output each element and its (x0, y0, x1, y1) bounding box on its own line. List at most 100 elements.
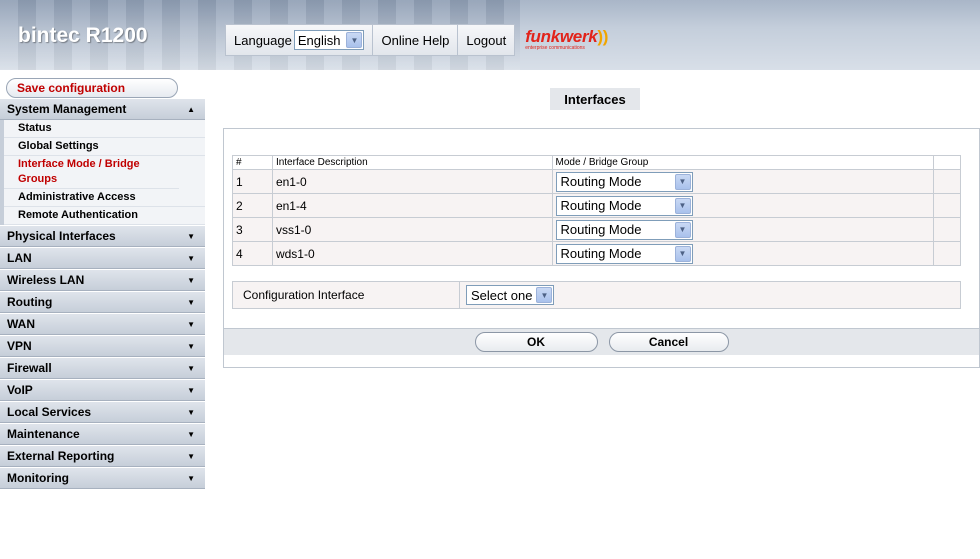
sidebar-section-label: VPN (7, 339, 32, 353)
sidebar-submenu: Status Global Settings Interface Mode / … (0, 120, 205, 225)
logout-label: Logout (466, 32, 507, 48)
row-number: 1 (232, 169, 273, 194)
mode-value: Routing Mode (560, 174, 642, 189)
language-cell: Language English ▼ (225, 24, 374, 56)
language-label: Language (234, 32, 292, 48)
funkwerk-logo: funkwerk)) enterprise communications (515, 27, 609, 51)
interface-description: en1-0 (271, 169, 553, 194)
sidebar-section-label: Monitoring (7, 471, 69, 485)
sidebar-section-label: Wireless LAN (7, 273, 85, 287)
sidebar-section-label: LAN (7, 251, 32, 265)
table-row: 4 wds1-0 Routing Mode ▼ (232, 241, 961, 266)
chevron-down-icon: ▼ (187, 253, 195, 263)
chevron-down-icon[interactable]: ▼ (674, 221, 691, 238)
mode-select[interactable]: Routing Mode ▼ (555, 219, 693, 240)
sidebar-section-routing[interactable]: Routing ▼ (0, 291, 205, 313)
chevron-down-icon[interactable]: ▼ (674, 173, 691, 190)
row-number: 4 (232, 241, 273, 266)
interfaces-table: # Interface Description Mode / Bridge Gr… (232, 155, 961, 266)
interface-description: en1-4 (271, 193, 553, 218)
header: bintec R1200 Language English ▼ Online H… (0, 0, 980, 70)
page-title: Interfaces (550, 88, 640, 110)
save-configuration-button[interactable]: Save configuration (6, 78, 178, 98)
chevron-down-icon: ▼ (187, 429, 195, 439)
row-number: 3 (232, 217, 273, 242)
configuration-interface-select[interactable]: Select one ▼ (466, 285, 555, 305)
column-header-extra (933, 155, 961, 170)
sidebar-section-label: WAN (7, 317, 35, 331)
sidebar-section-label: System Management (7, 102, 127, 116)
mode-value: Routing Mode (560, 222, 642, 237)
sidebar-section-system-management[interactable]: System Management ▲ (0, 98, 205, 120)
interface-description: wds1-0 (271, 241, 553, 266)
chevron-down-icon: ▼ (187, 231, 195, 241)
online-help-button[interactable]: Online Help (373, 24, 459, 56)
sidebar-section-voip[interactable]: VoIP ▼ (0, 379, 205, 401)
configuration-interface-row: Configuration Interface Select one ▼ (232, 281, 961, 309)
sidebar-section-label: Physical Interfaces (7, 229, 116, 243)
table-header-row: # Interface Description Mode / Bridge Gr… (232, 155, 961, 170)
logout-button[interactable]: Logout (458, 24, 516, 56)
top-toolbar: Language English ▼ Online Help Logout fu… (225, 24, 685, 56)
sidebar-item-status[interactable]: Status (4, 120, 205, 138)
table-row: 2 en1-4 Routing Mode ▼ (232, 193, 961, 218)
mode-select[interactable]: Routing Mode ▼ (555, 195, 693, 216)
table-row: 3 vss1-0 Routing Mode ▼ (232, 217, 961, 242)
configuration-interface-value: Select one (471, 287, 533, 303)
sidebar-section-label: VoIP (7, 383, 33, 397)
sidebar-section-wan[interactable]: WAN ▼ (0, 313, 205, 335)
mode-select[interactable]: Routing Mode ▼ (555, 171, 693, 192)
sidebar-item-administrative-access[interactable]: Administrative Access (4, 189, 205, 207)
logo-word: funkwerk (525, 27, 598, 46)
chevron-down-icon: ▼ (187, 451, 195, 461)
sidebar-section-vpn[interactable]: VPN ▼ (0, 335, 205, 357)
sidebar-item-global-settings[interactable]: Global Settings (4, 138, 205, 156)
sidebar-item-remote-authentication[interactable]: Remote Authentication (4, 207, 205, 225)
logo-waves-icon: )) (597, 27, 609, 46)
chevron-down-icon[interactable]: ▼ (536, 287, 553, 303)
language-select[interactable]: English ▼ (293, 30, 365, 50)
brand-title: bintec R1200 (18, 24, 148, 47)
row-number: 2 (232, 193, 273, 218)
chevron-down-icon: ▼ (187, 363, 195, 373)
chevron-down-icon[interactable]: ▼ (346, 32, 363, 48)
chevron-up-icon: ▲ (187, 104, 195, 114)
chevron-down-icon[interactable]: ▼ (674, 245, 691, 262)
sidebar-section-firewall[interactable]: Firewall ▼ (0, 357, 205, 379)
chevron-down-icon[interactable]: ▼ (674, 197, 691, 214)
configuration-interface-label: Configuration Interface (233, 282, 460, 308)
sidebar-section-label: Maintenance (7, 427, 80, 441)
mode-value: Routing Mode (560, 246, 642, 261)
sidebar-section-physical-interfaces[interactable]: Physical Interfaces ▼ (0, 225, 205, 247)
main-content: Interfaces # Interface Description Mode … (205, 70, 980, 559)
column-header-number: # (232, 155, 273, 170)
cancel-button[interactable]: Cancel (608, 332, 729, 352)
interfaces-panel: # Interface Description Mode / Bridge Gr… (223, 128, 980, 368)
chevron-down-icon: ▼ (187, 341, 195, 351)
sidebar-section-monitoring[interactable]: Monitoring ▼ (0, 467, 205, 489)
sidebar-section-maintenance[interactable]: Maintenance ▼ (0, 423, 205, 445)
mode-select[interactable]: Routing Mode ▼ (555, 243, 693, 264)
ok-button[interactable]: OK (474, 332, 598, 352)
sidebar-section-lan[interactable]: LAN ▼ (0, 247, 205, 269)
chevron-down-icon: ▼ (187, 407, 195, 417)
mode-value: Routing Mode (560, 198, 642, 213)
sidebar-section-label: External Reporting (7, 449, 115, 463)
interface-description: vss1-0 (271, 217, 553, 242)
language-value: English (297, 32, 341, 48)
chevron-down-icon: ▼ (187, 319, 195, 329)
sidebar-section-label: Firewall (7, 361, 52, 375)
sidebar-section-wireless-lan[interactable]: Wireless LAN ▼ (0, 269, 205, 291)
chevron-down-icon: ▼ (187, 473, 195, 483)
sidebar-item-interface-mode[interactable]: Interface Mode / Bridge Groups (4, 156, 179, 189)
sidebar-section-local-services[interactable]: Local Services ▼ (0, 401, 205, 423)
chevron-down-icon: ▼ (187, 297, 195, 307)
button-bar: OK Cancel (224, 328, 979, 355)
column-header-description: Interface Description (271, 155, 553, 170)
online-help-label: Online Help (381, 32, 450, 48)
sidebar-section-external-reporting[interactable]: External Reporting ▼ (0, 445, 205, 467)
chevron-down-icon: ▼ (187, 385, 195, 395)
logo-tagline: enterprise communications (525, 45, 585, 51)
sidebar: Save configuration System Management ▲ S… (0, 70, 205, 559)
sidebar-section-label: Routing (7, 295, 53, 309)
